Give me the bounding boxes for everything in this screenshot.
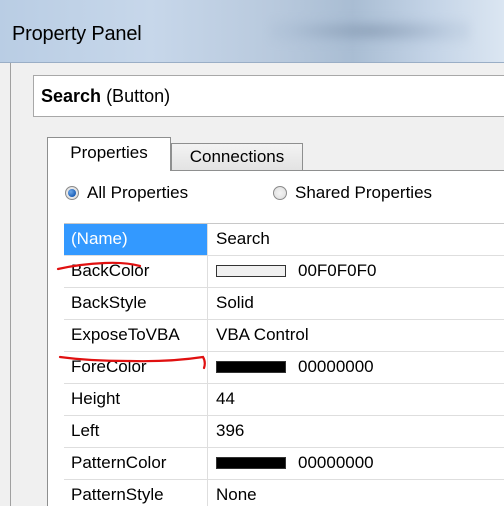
- property-panel-window: Property Panel Search (Button) Propertie…: [0, 0, 504, 506]
- property-value[interactable]: 00000000: [216, 453, 374, 473]
- shared-properties-label: Shared Properties: [295, 183, 433, 202]
- color-swatch: [216, 457, 286, 469]
- property-row-exposetovba[interactable]: ExposeToVBA VBA Control: [64, 320, 504, 352]
- property-row-left[interactable]: Left 396: [64, 416, 504, 448]
- panel-body: Search (Button) Properties Connections A…: [10, 63, 504, 506]
- color-swatch: [216, 265, 286, 277]
- property-value-text: Search: [216, 229, 270, 248]
- window-title: Property Panel: [12, 23, 142, 45]
- property-filter: All Properties Shared Properties: [48, 181, 504, 207]
- property-row-patterncolor[interactable]: PatternColor 00000000: [64, 448, 504, 480]
- property-name: PatternStyle: [64, 480, 208, 506]
- property-name: BackColor: [64, 256, 208, 287]
- property-row-forecolor[interactable]: ForeColor 00000000: [64, 352, 504, 384]
- property-value-text: 00F0F0F0: [298, 261, 377, 280]
- property-name: ForeColor: [64, 352, 208, 383]
- property-value[interactable]: 00000000: [216, 357, 374, 377]
- selected-object-name: Search: [41, 86, 102, 106]
- property-value-text: 396: [216, 421, 245, 440]
- property-value-text: 00000000: [298, 453, 374, 472]
- shared-properties-radio[interactable]: Shared Properties: [273, 183, 432, 203]
- selected-object-type: (Button): [106, 86, 171, 106]
- property-value-text: Solid: [216, 293, 254, 312]
- property-value[interactable]: 396: [216, 421, 244, 441]
- title-bar-blurred-area: [270, 18, 470, 44]
- all-properties-label: All Properties: [87, 183, 189, 202]
- property-value[interactable]: 00F0F0F0: [216, 261, 376, 281]
- all-properties-radio[interactable]: All Properties: [65, 183, 188, 203]
- property-value[interactable]: None: [216, 485, 257, 505]
- property-name: BackStyle: [64, 288, 208, 319]
- property-row-patternstyle[interactable]: PatternStyle None: [64, 480, 504, 506]
- tab-properties[interactable]: Properties: [47, 137, 171, 171]
- property-grid: (Name) Search BackColor 00F0F0F0 BackSty…: [64, 223, 504, 506]
- property-value[interactable]: Search: [216, 229, 270, 249]
- property-value[interactable]: 44: [216, 389, 235, 409]
- property-value-text: None: [216, 485, 257, 504]
- property-value-text: 00000000: [298, 357, 374, 376]
- property-value-text: 44: [216, 389, 235, 408]
- selected-object-label: Search (Button): [41, 86, 170, 107]
- color-swatch: [216, 361, 286, 373]
- property-name: Height: [64, 384, 208, 415]
- property-row-backstyle[interactable]: BackStyle Solid: [64, 288, 504, 320]
- property-value-text: VBA Control: [216, 325, 309, 344]
- radio-unchecked-icon: [273, 186, 287, 200]
- radio-checked-icon: [65, 186, 79, 200]
- property-row-height[interactable]: Height 44: [64, 384, 504, 416]
- property-name: Left: [64, 416, 208, 447]
- property-row-backcolor[interactable]: BackColor 00F0F0F0: [64, 256, 504, 288]
- properties-tab-content: All Properties Shared Properties (Name) …: [47, 170, 504, 506]
- tab-connections[interactable]: Connections: [171, 143, 303, 171]
- property-value[interactable]: Solid: [216, 293, 254, 313]
- property-name: PatternColor: [64, 448, 208, 479]
- selected-object-box: Search (Button): [33, 75, 504, 117]
- property-value[interactable]: VBA Control: [216, 325, 309, 345]
- property-row-name[interactable]: (Name) Search: [64, 224, 504, 256]
- tab-area: Properties Connections All Properties Sh…: [47, 137, 504, 506]
- property-name: ExposeToVBA: [64, 320, 208, 351]
- property-name: (Name): [64, 224, 208, 255]
- title-bar[interactable]: Property Panel: [0, 0, 504, 63]
